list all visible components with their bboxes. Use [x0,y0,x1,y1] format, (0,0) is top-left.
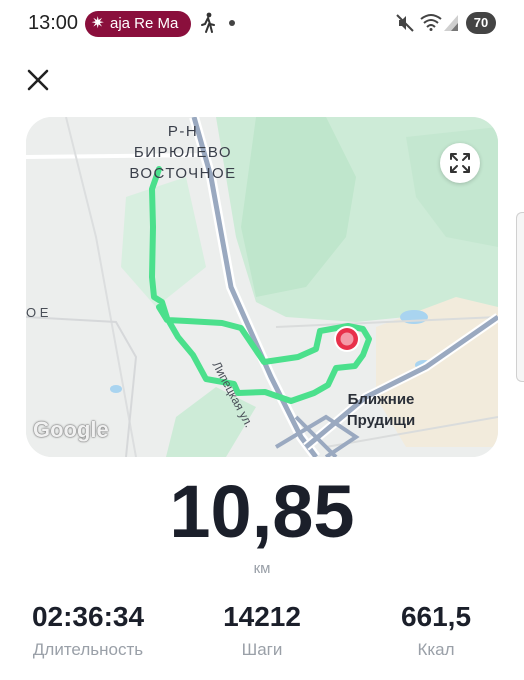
battery-level: 70 [473,15,489,30]
expand-icon [450,153,470,173]
calories-value: 661,5 [400,601,472,632]
media-title: aja Re Ma [110,15,179,32]
expand-map-button[interactable] [440,143,480,183]
spark-icon: ✷ [91,15,105,32]
wifi-icon [420,14,442,31]
stat-duration: 02:36:34 Длительность [8,600,168,660]
side-panel-handle[interactable] [516,212,524,382]
duration-value: 02:36:34 [31,601,145,632]
stat-calories: 661,5 Ккал [356,600,516,660]
close-icon [27,69,49,91]
battery-icon: 70 [466,12,496,34]
signal-icon [444,15,458,31]
route-map[interactable]: Р-Н БИРЮЛЕВО ВОСТОЧНОЕ Липецкая ул. Ближ… [26,117,498,457]
steps-value: 14212 [223,601,301,632]
distance-value: 10,85 [169,470,355,553]
calories-label: Ккал [417,640,455,659]
media-pill[interactable]: ✷ aja Re Ma [85,11,191,37]
close-button[interactable] [24,66,52,94]
status-bar: 13:00 ✷ aja Re Ma 70 [0,0,524,48]
mute-icon [396,14,414,32]
clock-time: 13:00 [28,12,79,34]
google-logo: Google [33,417,109,442]
town-label: Ближние Прудищи [346,391,416,429]
pond [110,385,122,393]
duration-label: Длительность [32,640,144,659]
distance-unit: км [253,560,271,577]
cut-off-label: О Е [26,305,49,320]
district-label: Р-Н БИРЮЛЕВО ВОСТОЧНОЕ [129,123,237,182]
steps-label: Шаги [241,640,283,659]
stat-steps: 14212 Шаги [182,600,342,660]
walking-icon [201,12,215,33]
notification-dot-icon [229,20,235,26]
